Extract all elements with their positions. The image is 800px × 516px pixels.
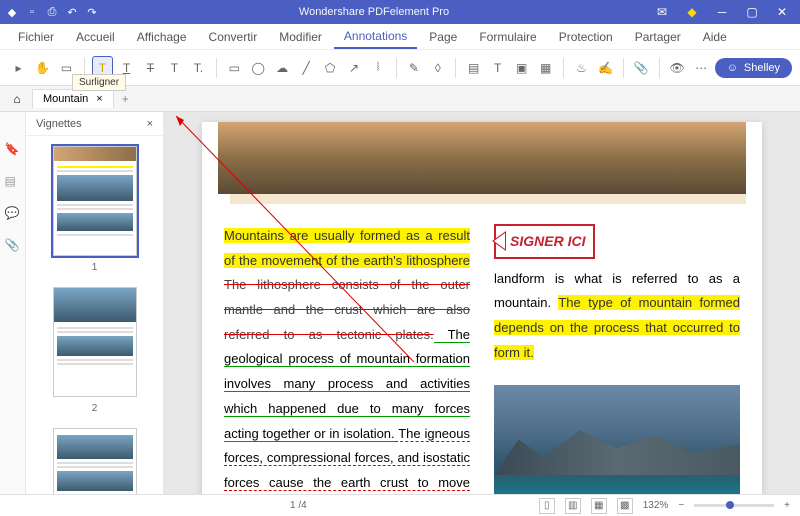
app-logo-icon: ◆ <box>4 4 20 20</box>
hand-tool-icon[interactable]: ✋ <box>32 56 53 80</box>
highlighted-text[interactable]: Mountains are usually formed as a result… <box>224 228 470 268</box>
menu-modifier[interactable]: Modifier <box>269 26 332 48</box>
thumbnail-page-3[interactable] <box>53 428 137 494</box>
stamp-tool-icon[interactable]: ♨ <box>571 56 592 80</box>
thumbnail-page-2[interactable] <box>53 287 137 397</box>
thumbnails-panel: Vignettes × 1 2 3 <box>26 112 164 494</box>
zoom-out-button[interactable]: − <box>678 500 684 511</box>
user-label: Shelley <box>744 62 780 74</box>
toolbar: ▸ ✋ ▭ T T T T T. ▭ ◯ ☁ ╱ ⬠ ↗ ⦚ ✎ ◊ ▤ T ▣… <box>0 50 800 86</box>
thumbnail-page-1[interactable] <box>53 146 137 256</box>
menu-protection[interactable]: Protection <box>549 26 623 48</box>
zoom-in-button[interactable]: + <box>784 500 790 511</box>
redo-icon[interactable]: ↷ <box>84 4 100 20</box>
line-shape-icon[interactable]: ╱ <box>296 56 317 80</box>
minimize-icon[interactable]: ─ <box>708 2 736 22</box>
thumbnail-number: 1 <box>26 262 163 273</box>
connected-lines-icon[interactable]: ⦚ <box>368 56 389 80</box>
menu-aide[interactable]: Aide <box>693 26 737 48</box>
menu-affichage[interactable]: Affichage <box>127 26 197 48</box>
sign-here-stamp[interactable]: SIGNER ICI <box>494 224 595 259</box>
caret-tool-icon[interactable]: T. <box>188 56 209 80</box>
cloud-shape-icon[interactable]: ☁ <box>272 56 293 80</box>
left-column: Mountains are usually formed as a result… <box>224 224 470 494</box>
thumbnails-close-icon[interactable]: × <box>147 118 153 130</box>
undo-icon[interactable]: ↶ <box>64 4 80 20</box>
hero-image <box>218 122 746 194</box>
menu-bar: Fichier Accueil Affichage Convertir Modi… <box>0 24 800 50</box>
arrow-shape-icon[interactable]: ↗ <box>344 56 365 80</box>
menu-convertir[interactable]: Convertir <box>199 26 268 48</box>
close-icon[interactable]: ✕ <box>768 2 796 22</box>
notification-icon[interactable]: ◆ <box>678 2 706 22</box>
mail-icon[interactable]: ✉ <box>648 2 676 22</box>
print-icon[interactable]: ⎙ <box>44 4 60 20</box>
select-tool-icon[interactable]: ▸ <box>8 56 29 80</box>
user-icon: ☺ <box>727 62 738 74</box>
zoom-slider[interactable] <box>694 504 774 507</box>
single-page-view-icon[interactable]: ▯ <box>539 498 555 514</box>
menu-accueil[interactable]: Accueil <box>66 26 125 48</box>
title-bar: ◆ ▫ ⎙ ↶ ↷ Wondershare PDFelement Pro ✉ ◆… <box>0 0 800 24</box>
save-icon[interactable]: ▫ <box>24 4 40 20</box>
callout-tool-icon[interactable]: ▣ <box>511 56 532 80</box>
tab-mountain[interactable]: Mountain × <box>32 89 114 108</box>
thumbnail-number: 2 <box>26 403 163 414</box>
bookmarks-icon[interactable]: 🔖 <box>5 142 21 158</box>
menu-fichier[interactable]: Fichier <box>8 26 64 48</box>
home-tab-icon[interactable]: ⌂ <box>6 88 28 110</box>
menu-annotations[interactable]: Annotations <box>334 25 417 49</box>
comments-icon[interactable]: 💬 <box>5 206 21 222</box>
menu-page[interactable]: Page <box>419 26 467 48</box>
menu-partager[interactable]: Partager <box>625 26 691 48</box>
right-column: SIGNER ICI landform is what is referred … <box>494 224 740 494</box>
hide-annotations-icon[interactable]: 👁 <box>667 56 688 80</box>
user-badge[interactable]: ☺ Shelley <box>715 58 792 78</box>
two-page-continuous-icon[interactable]: ▩ <box>617 498 633 514</box>
add-tab-icon[interactable]: + <box>114 92 137 106</box>
page-info[interactable]: 1 /4 <box>290 500 307 511</box>
status-bar: 1 /4 ▯ ▥ ▦ ▩ 132% − + <box>0 494 800 516</box>
signature-tool-icon[interactable]: ✍ <box>595 56 616 80</box>
note-tool-icon[interactable]: ▤ <box>463 56 484 80</box>
squiggly-tool-icon[interactable]: T <box>164 56 185 80</box>
oval-shape-icon[interactable]: ◯ <box>248 56 269 80</box>
attachment-tool-icon[interactable]: 📎 <box>631 56 652 80</box>
attachments-icon[interactable]: 📎 <box>5 238 21 254</box>
area-highlight-icon[interactable]: ▦ <box>535 56 556 80</box>
page-1: Mountains are usually formed as a result… <box>202 122 762 494</box>
highlight-tooltip: Surligner <box>72 74 126 91</box>
left-sidebar: 🔖 ▤ 💬 📎 <box>0 112 26 494</box>
zoom-value: 132% <box>643 500 669 511</box>
menu-formulaire[interactable]: Formulaire <box>469 26 546 48</box>
pencil-tool-icon[interactable]: ✎ <box>403 56 424 80</box>
textbox-tool-icon[interactable]: T <box>487 56 508 80</box>
comments-panel-icon[interactable]: ⋯ <box>691 56 712 80</box>
maximize-icon[interactable]: ▢ <box>738 2 766 22</box>
thumbnails-icon[interactable]: ▤ <box>5 174 21 190</box>
eraser-tool-icon[interactable]: ◊ <box>427 56 448 80</box>
thumbnails-title: Vignettes <box>36 118 82 130</box>
tab-close-icon[interactable]: × <box>96 93 102 105</box>
polygon-shape-icon[interactable]: ⬠ <box>320 56 341 80</box>
mountain-photo <box>494 385 740 494</box>
rectangle-shape-icon[interactable]: ▭ <box>224 56 245 80</box>
underlined-text[interactable]: The geological process of mountain forma… <box>224 327 470 442</box>
strikethrough-tool-icon[interactable]: T <box>140 56 161 80</box>
two-page-view-icon[interactable]: ▦ <box>591 498 607 514</box>
tab-label: Mountain <box>43 93 88 105</box>
app-title: Wondershare PDFelement Pro <box>100 6 648 18</box>
document-viewport[interactable]: Mountains are usually formed as a result… <box>164 112 800 494</box>
continuous-view-icon[interactable]: ▥ <box>565 498 581 514</box>
